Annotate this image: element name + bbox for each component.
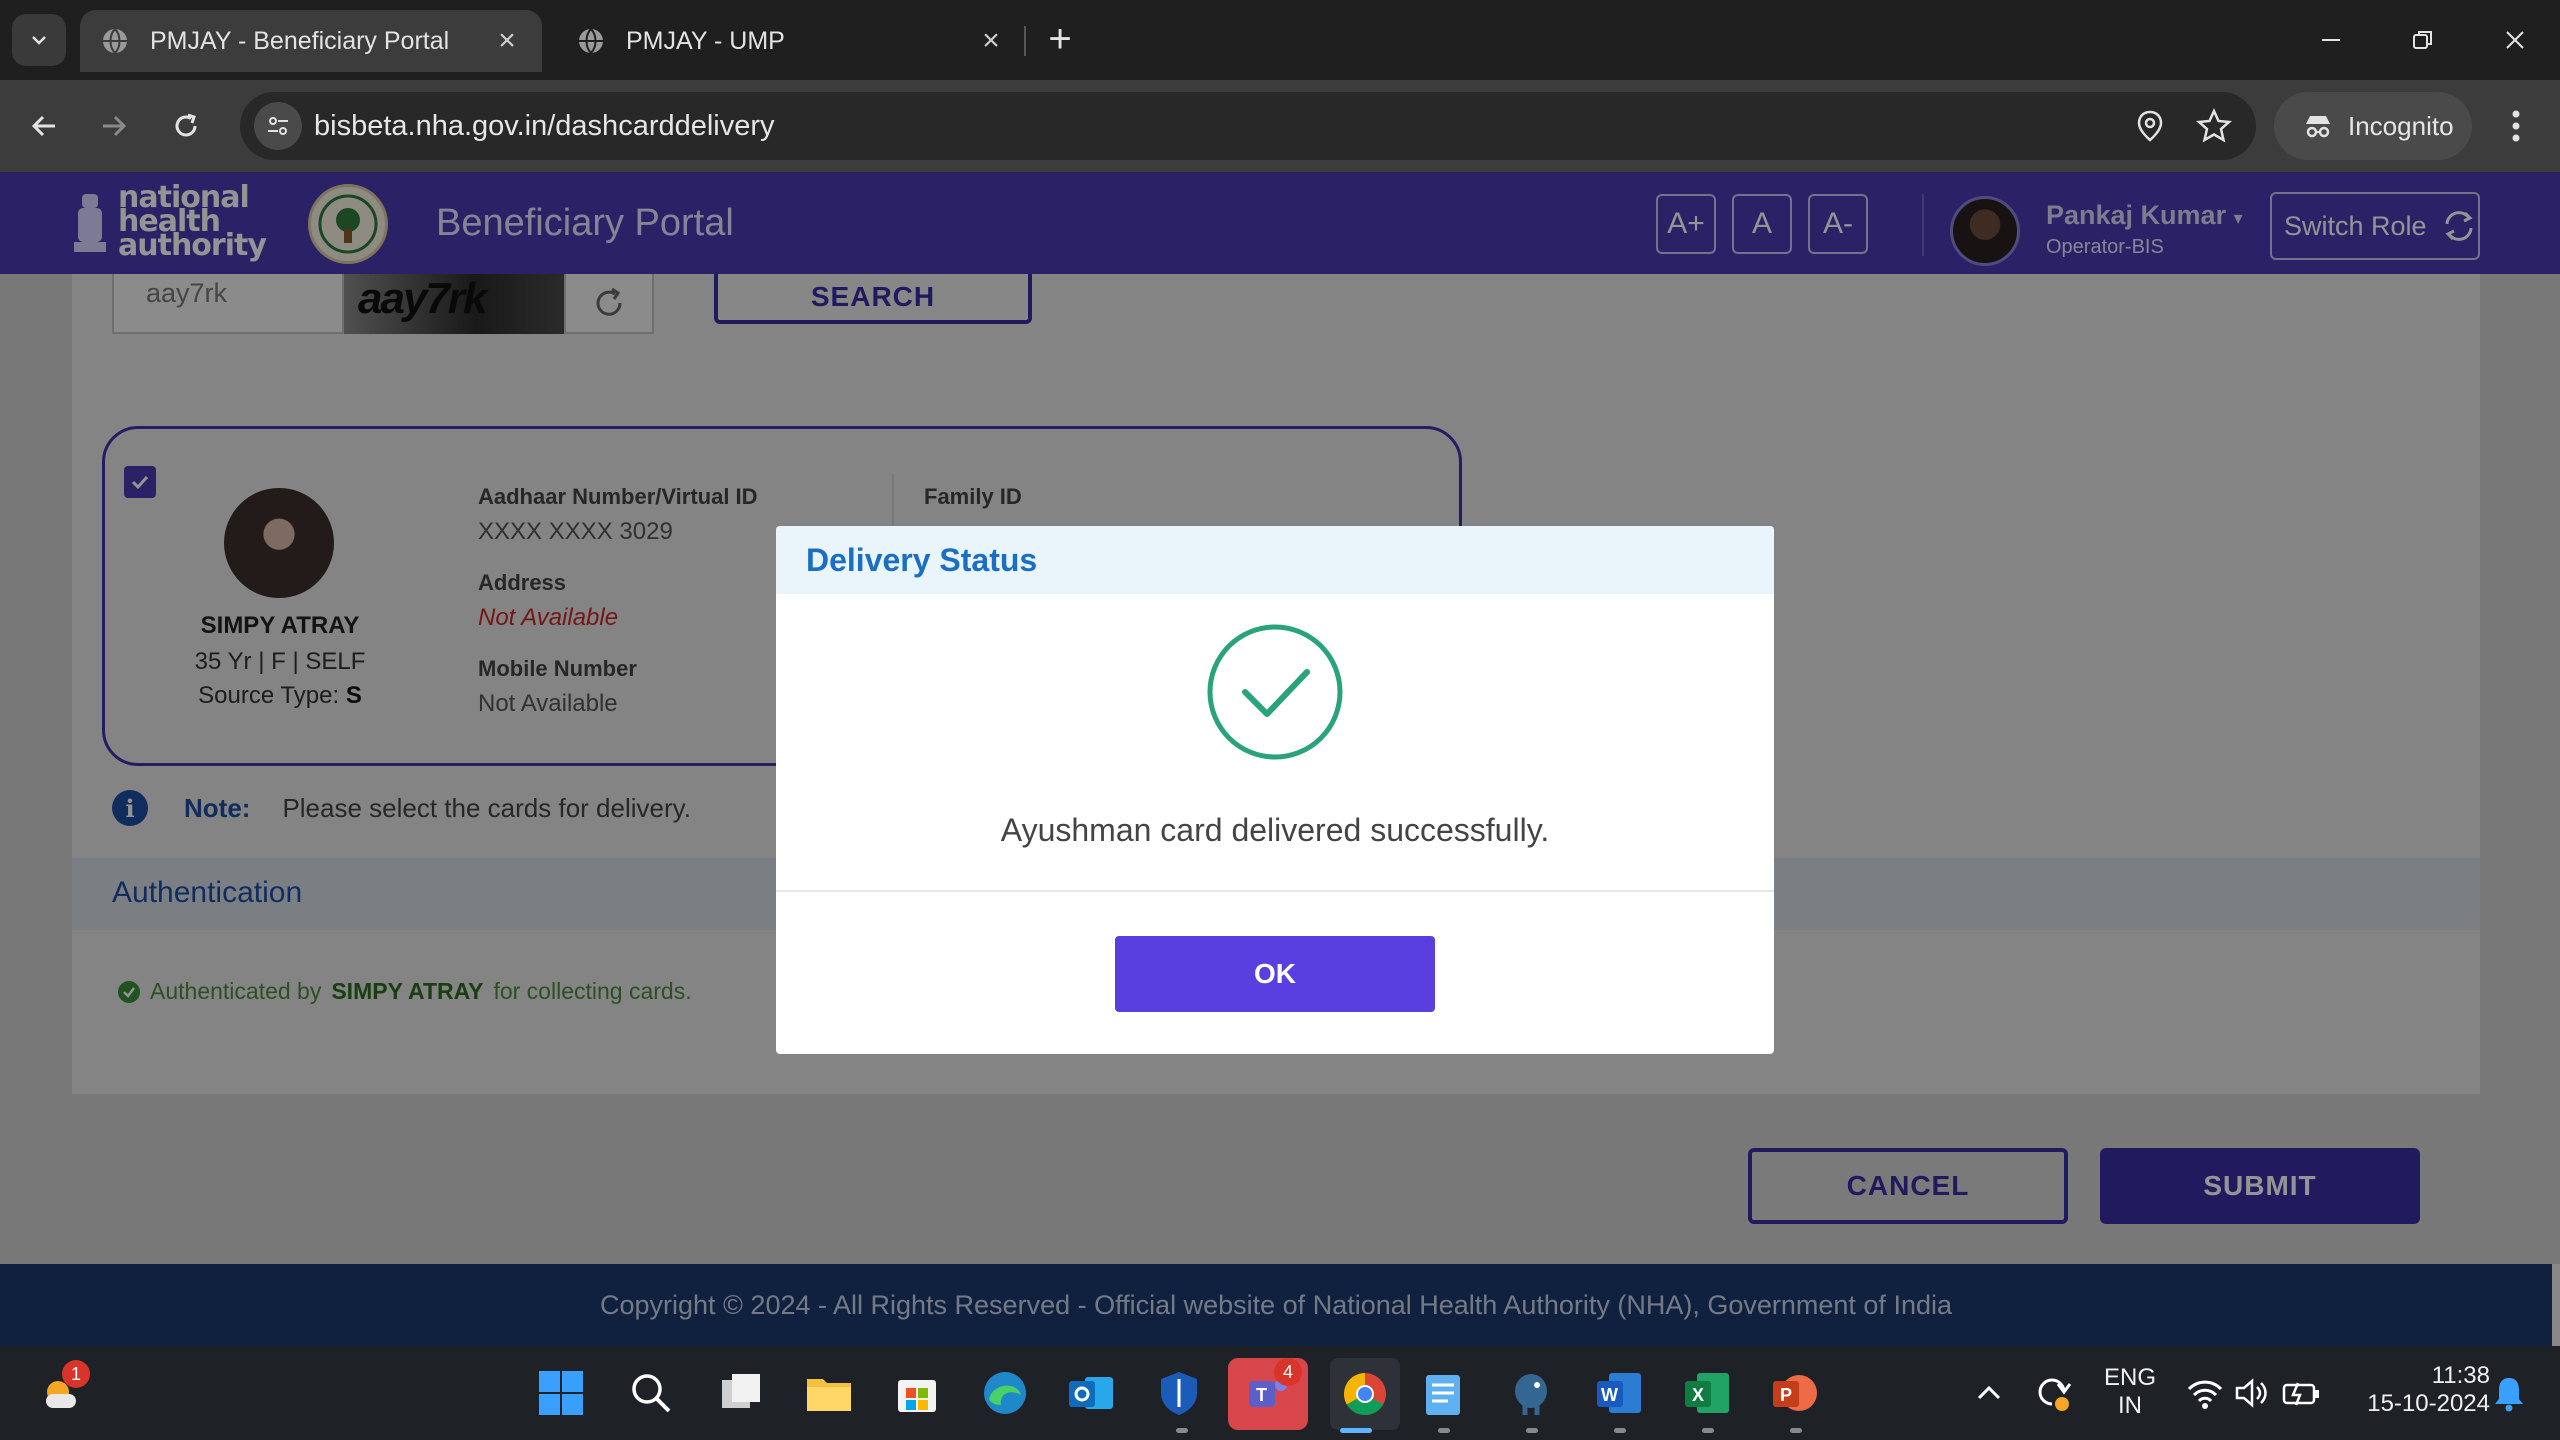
taskbar-running-indicator [1176, 1428, 1188, 1433]
file-explorer-icon[interactable] [804, 1368, 854, 1418]
wifi-icon[interactable] [2180, 1368, 2230, 1418]
search-icon[interactable] [626, 1368, 676, 1418]
clock[interactable]: 11:38 15-10-2024 [2340, 1362, 2490, 1418]
word-icon[interactable]: W [1594, 1368, 1644, 1418]
excel-icon[interactable]: X [1682, 1368, 1732, 1418]
browser-tabstrip: PMJAY - Beneficiary Portal × PMJAY - UMP… [0, 0, 2560, 80]
svg-text:W: W [1601, 1385, 1618, 1405]
globe-icon [103, 28, 127, 54]
show-hidden-icons-chevron-icon[interactable] [1964, 1368, 2014, 1418]
taskbar-running-indicator [1614, 1428, 1626, 1433]
svg-text:T: T [1256, 1385, 1267, 1405]
url-text: bisbeta.nha.gov.in/dashcarddelivery [314, 110, 775, 142]
svg-text:X: X [1692, 1385, 1704, 1405]
arrow-left-icon [31, 115, 55, 137]
taskbar-active-indicator [1340, 1428, 1372, 1433]
taskbar-running-indicator [1438, 1428, 1450, 1433]
incognito-icon [2306, 116, 2330, 138]
sync-icon[interactable] [2028, 1368, 2078, 1418]
tab-search-button[interactable] [12, 14, 66, 66]
more-vertical-icon [2512, 110, 2520, 142]
taskbar-running-indicator [1702, 1428, 1714, 1433]
outlook-icon[interactable] [1066, 1368, 1116, 1418]
tab-separator [1024, 26, 1026, 56]
edge-browser-icon[interactable] [980, 1368, 1030, 1418]
svg-text:P: P [1780, 1385, 1792, 1405]
battery-icon[interactable] [2276, 1368, 2326, 1418]
microsoft-store-icon[interactable] [892, 1368, 942, 1418]
chevron-down-icon [32, 36, 46, 45]
reload-icon [175, 113, 197, 137]
ok-button[interactable]: OK [1115, 936, 1435, 1012]
notepad-icon[interactable] [1418, 1368, 1468, 1418]
start-icon[interactable] [536, 1368, 586, 1418]
chrome-icon[interactable] [1330, 1358, 1400, 1430]
location-pin-icon[interactable] [2130, 106, 2170, 146]
forward-button[interactable] [88, 100, 140, 152]
teams-badge: 4 [1274, 1358, 1302, 1386]
dialog-message: Ayushman card delivered successfully. [1000, 812, 1550, 848]
address-bar[interactable]: bisbeta.nha.gov.in/dashcarddelivery [240, 92, 2256, 160]
back-button[interactable] [18, 100, 70, 152]
browser-menu-button[interactable] [2496, 102, 2536, 150]
input-language[interactable]: ENG IN [2098, 1364, 2162, 1420]
tab-ump[interactable]: PMJAY - UMP × [556, 10, 1026, 72]
taskbar-running-indicator [1790, 1428, 1802, 1433]
incognito-indicator[interactable]: Incognito [2274, 92, 2472, 160]
dialog-title: Delivery Status [806, 542, 1038, 578]
close-window-button[interactable] [2480, 10, 2550, 70]
notification-bell-icon[interactable] [2484, 1368, 2534, 1418]
close-tab-icon[interactable]: × [492, 24, 522, 57]
close-icon [2506, 31, 2524, 49]
taskbar-running-indicator [1526, 1428, 1538, 1433]
minimize-icon [2322, 39, 2340, 41]
new-tab-button[interactable]: + [1040, 19, 1080, 60]
powerpoint-icon[interactable]: P [1770, 1368, 1820, 1418]
success-check-icon [1205, 622, 1345, 762]
volume-icon[interactable] [2226, 1368, 2276, 1418]
postgres-elephant-icon[interactable] [1506, 1368, 1556, 1418]
restore-button[interactable] [2388, 10, 2458, 70]
restore-icon [2413, 31, 2432, 49]
arrow-right-icon [103, 115, 127, 137]
site-info-icon[interactable] [254, 102, 302, 150]
bookmark-star-icon[interactable] [2194, 106, 2234, 146]
globe-icon [579, 28, 603, 54]
tab-beneficiary-portal[interactable]: PMJAY - Beneficiary Portal × [80, 10, 542, 72]
dialog-header: Delivery Status [776, 526, 1774, 594]
tab-title: PMJAY - UMP [626, 26, 785, 55]
weather-badge: 1 [62, 1360, 90, 1388]
incognito-label: Incognito [2348, 110, 2454, 141]
browser-toolbar: bisbeta.nha.gov.in/dashcarddelivery Inco… [0, 80, 2560, 172]
reload-button[interactable] [160, 100, 212, 152]
defender-shield-icon[interactable] [1154, 1368, 1204, 1418]
task-view-icon[interactable] [716, 1368, 766, 1418]
windows-taskbar: 1 T 4 W X P ENG IN 11:38 15-10-2024 [0, 1346, 2560, 1440]
delivery-status-dialog: Delivery Status Ayushman card delivered … [776, 526, 1774, 1054]
minimize-button[interactable] [2296, 10, 2366, 70]
close-tab-icon[interactable]: × [976, 24, 1006, 57]
dialog-divider [776, 890, 1774, 892]
tab-title: PMJAY - Beneficiary Portal [150, 26, 450, 55]
